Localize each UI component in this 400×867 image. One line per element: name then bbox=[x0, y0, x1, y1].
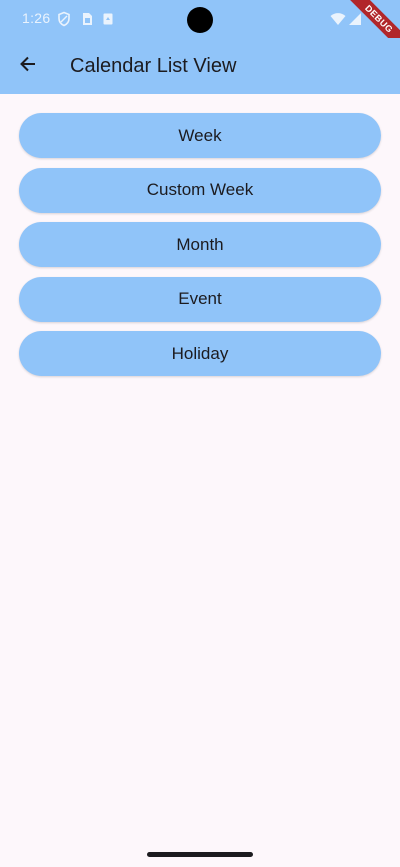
week-button[interactable]: Week bbox=[19, 113, 381, 158]
holiday-button[interactable]: Holiday bbox=[19, 331, 381, 376]
back-button[interactable] bbox=[6, 44, 50, 88]
front-camera bbox=[187, 7, 213, 33]
signal-icon bbox=[348, 12, 364, 28]
shield-icon bbox=[56, 11, 72, 27]
custom-week-button[interactable]: Custom Week bbox=[19, 167, 381, 213]
calendar-view-list: Week Custom Week Month Event Holiday bbox=[19, 113, 381, 386]
event-button[interactable]: Event bbox=[19, 276, 381, 322]
storage-icon bbox=[100, 11, 116, 27]
home-indicator[interactable] bbox=[147, 852, 253, 857]
sim-card-icon bbox=[79, 11, 95, 27]
status-time: 1:26 bbox=[22, 10, 51, 26]
status-bar: 1:26 DEBUG bbox=[0, 0, 400, 58]
app-bar: Calendar List View bbox=[0, 38, 400, 94]
month-button[interactable]: Month bbox=[19, 222, 381, 267]
arrow-back-icon bbox=[18, 54, 38, 79]
wifi-icon bbox=[330, 12, 346, 28]
page-title: Calendar List View bbox=[70, 55, 237, 77]
